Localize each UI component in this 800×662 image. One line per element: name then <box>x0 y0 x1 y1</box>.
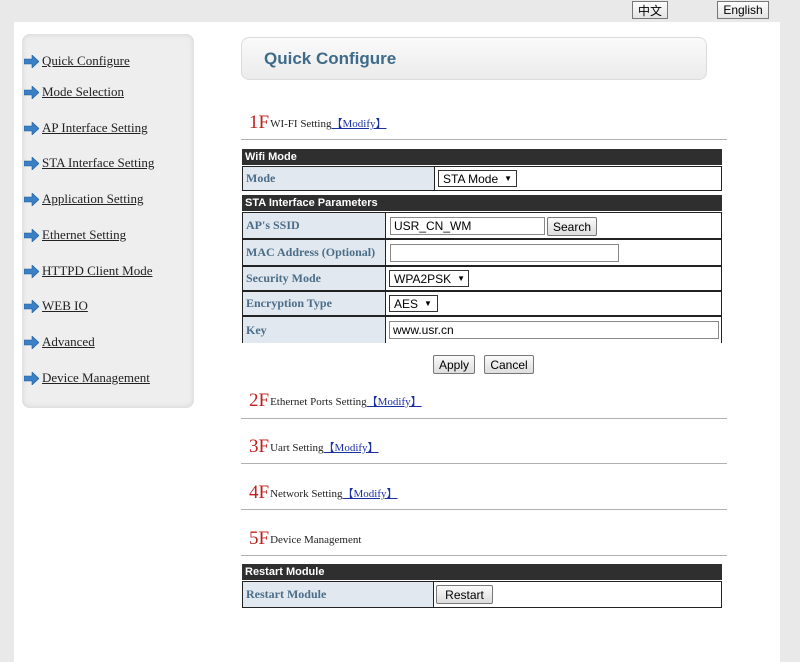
dropdown-arrow-icon: ▼ <box>424 299 432 308</box>
ssid-label: AP's SSID <box>243 213 386 238</box>
key-label: Key <box>243 317 386 343</box>
arrow-right-icon <box>24 371 39 385</box>
arrow-right-icon <box>24 121 39 135</box>
arrow-right-icon <box>24 264 39 278</box>
divider <box>241 463 727 464</box>
sidebar-item-label: AP Interface Setting <box>42 120 148 135</box>
section-number: 1F <box>249 112 270 133</box>
sidebar-item-7[interactable]: WEB IO <box>24 297 88 315</box>
arrow-right-icon <box>24 85 39 99</box>
arrow-right-icon <box>24 192 39 206</box>
divider <box>241 418 727 419</box>
section-number: 4F <box>249 482 270 503</box>
arrow-right-icon <box>24 299 39 313</box>
mode-select-value: STA Mode <box>443 171 499 186</box>
section-ethernet-ports: 2F Ethernet Ports Setting 【Modify】 <box>249 386 422 410</box>
wifi-mode-header: Wifi Mode <box>242 149 722 165</box>
page-title-box: Quick Configure <box>241 37 707 80</box>
encryption-select-value: AES <box>394 296 419 311</box>
divider <box>241 139 727 140</box>
sidebar-item-label: Mode Selection <box>42 84 124 99</box>
sidebar-item-label: Device Management <box>42 370 150 385</box>
key-input[interactable]: www.usr.cn <box>389 321 719 339</box>
cancel-button[interactable]: Cancel <box>484 355 534 374</box>
sta-params-header: STA Interface Parameters <box>242 195 722 211</box>
ssid-row: AP's SSID USR_CN_WM Search <box>242 212 722 239</box>
uart-modify-link[interactable]: 【Modify】 <box>324 441 379 456</box>
section-network-setting: 4F Network Setting 【Modify】 <box>249 478 398 502</box>
mac-label: MAC Address (Optional) <box>243 240 386 265</box>
sidebar-item-3[interactable]: STA Interface Setting <box>24 154 154 172</box>
restart-module-header: Restart Module <box>242 564 722 580</box>
security-select-value: WPA2PSK <box>394 271 452 286</box>
chinese-language-button[interactable]: 中文 <box>632 1 668 19</box>
restart-row: Restart Module Restart <box>242 581 722 608</box>
arrow-right-icon <box>24 156 39 170</box>
sidebar-item-label: WEB IO <box>42 298 88 313</box>
english-language-button[interactable]: English <box>717 1 769 19</box>
sidebar-item-label: HTTPD Client Mode <box>42 263 153 278</box>
sidebar-item-label: Ethernet Setting <box>42 227 127 242</box>
sidebar-item-0[interactable]: Quick Configure <box>24 52 130 70</box>
encryption-row: Encryption Type AES ▼ <box>242 291 722 316</box>
sidebar-item-8[interactable]: Advanced <box>24 333 95 351</box>
restart-label: Restart Module <box>243 582 434 607</box>
mode-label: Mode <box>243 167 435 190</box>
wifi-modify-link[interactable]: 【Modify】 <box>332 117 387 132</box>
section-label: Uart Setting <box>270 441 324 454</box>
restart-button[interactable]: Restart <box>436 585 493 604</box>
sidebar-item-9[interactable]: Device Management <box>24 369 150 387</box>
divider <box>241 509 727 510</box>
section-device-management: 5F Device Management <box>249 524 361 548</box>
section-number: 3F <box>249 436 270 457</box>
sidebar-item-label: Quick Configure <box>42 53 130 68</box>
section-label: Device Management <box>270 533 362 546</box>
key-row: Key www.usr.cn <box>242 316 722 343</box>
security-row: Security Mode WPA2PSK ▼ <box>242 266 722 291</box>
dropdown-arrow-icon: ▼ <box>504 174 513 183</box>
arrow-right-icon <box>24 228 39 242</box>
sidebar-item-4[interactable]: Application Setting <box>24 190 143 208</box>
security-label: Security Mode <box>243 267 386 290</box>
ethernet-modify-link[interactable]: 【Modify】 <box>367 395 422 410</box>
apply-button[interactable]: Apply <box>433 355 475 374</box>
sidebar-item-6[interactable]: HTTPD Client Mode <box>24 262 153 280</box>
network-modify-link[interactable]: 【Modify】 <box>343 487 398 502</box>
mac-row: MAC Address (Optional) <box>242 239 722 266</box>
encryption-label: Encryption Type <box>243 292 386 315</box>
search-button[interactable]: Search <box>547 217 597 236</box>
encryption-select[interactable]: AES ▼ <box>389 295 438 312</box>
security-select[interactable]: WPA2PSK ▼ <box>389 270 469 287</box>
section-number: 2F <box>249 390 270 411</box>
section-label: WI-FI Setting <box>270 117 332 130</box>
arrow-right-icon <box>24 54 39 68</box>
sidebar-item-5[interactable]: Ethernet Setting <box>24 226 126 244</box>
section-number: 5F <box>249 528 270 549</box>
sidebar-item-label: Application Setting <box>42 191 144 206</box>
dropdown-arrow-icon: ▼ <box>457 274 466 283</box>
ssid-input[interactable]: USR_CN_WM <box>390 217 545 235</box>
mode-select[interactable]: STA Mode ▼ <box>438 170 517 187</box>
divider <box>241 555 727 556</box>
page-title: Quick Configure <box>264 48 397 68</box>
sidebar-item-2[interactable]: AP Interface Setting <box>24 119 148 137</box>
section-wifi-setting: 1F WI-FI Setting 【Modify】 <box>249 108 387 132</box>
sidebar-item-1[interactable]: Mode Selection <box>24 83 124 101</box>
section-label: Network Setting <box>270 487 343 500</box>
arrow-right-icon <box>24 335 39 349</box>
sidebar-item-label: Advanced <box>42 334 95 349</box>
sidebar-item-label: STA Interface Setting <box>42 155 155 170</box>
mac-input[interactable] <box>390 244 619 262</box>
section-label: Ethernet Ports Setting <box>270 395 367 408</box>
section-uart-setting: 3F Uart Setting 【Modify】 <box>249 432 379 456</box>
mode-row: Mode STA Mode ▼ <box>242 166 722 191</box>
